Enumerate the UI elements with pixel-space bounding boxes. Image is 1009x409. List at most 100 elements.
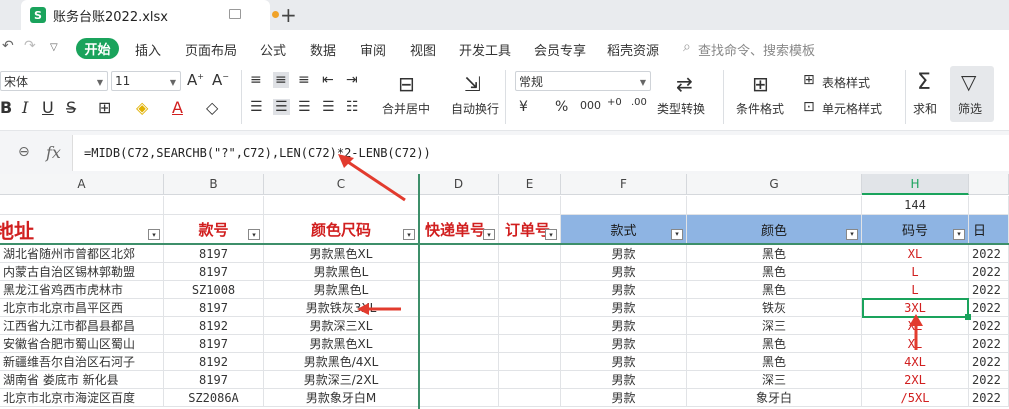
cell-order-no[interactable] [499, 263, 561, 281]
cell-style-no[interactable]: 8197 [164, 263, 264, 281]
tab-insert[interactable]: 插入 [135, 40, 161, 59]
fx-icon[interactable]: fx [46, 143, 61, 162]
cell-color-size[interactable]: 男款黑色XL [264, 335, 419, 353]
cell-date[interactable]: 2022 [969, 371, 1009, 389]
increase-decimal-icon[interactable]: +0 [607, 97, 622, 108]
column-header-i[interactable] [969, 174, 1009, 195]
cell-style-no[interactable]: 8192 [164, 353, 264, 371]
quick-access-dropdown-icon[interactable]: ▽ [50, 42, 58, 53]
tab-docer[interactable]: 稻壳资源 [607, 40, 659, 59]
conditional-format-icon[interactable]: ⊞ [752, 72, 769, 96]
cell-style-no[interactable]: 8197 [164, 335, 264, 353]
column-header-b[interactable]: B [164, 174, 264, 195]
filter-dropdown-icon[interactable]: ▾ [671, 229, 683, 240]
cell-color-size[interactable]: 男款黑色L [264, 263, 419, 281]
currency-icon[interactable]: ¥ [519, 99, 528, 115]
cell-address[interactable]: 内蒙古自治区锡林郭勒盟 [0, 263, 164, 281]
bold-icon[interactable]: B [0, 98, 12, 117]
number-format-select[interactable]: 常规 ▼ [515, 71, 651, 91]
cell-color[interactable]: 象牙白 [687, 389, 862, 407]
cell-color-size[interactable]: 男款黑色/4XL [264, 353, 419, 371]
cell-style[interactable]: 男款 [561, 263, 687, 281]
cell-address[interactable]: 新疆维吾尔自治区石河子 [0, 353, 164, 371]
cell[interactable] [499, 196, 561, 215]
column-header-g[interactable]: G [687, 174, 862, 195]
cell-style[interactable]: 男款 [561, 281, 687, 299]
undo-icon[interactable]: ↶ [2, 38, 14, 54]
cell-color[interactable]: 铁灰 [687, 299, 862, 317]
cell-color-size[interactable]: 男款深三XL [264, 317, 419, 335]
cell-size[interactable]: 2XL [862, 371, 969, 389]
cell-style-no[interactable]: SZ2086A [164, 389, 264, 407]
sum-button[interactable]: 求和 [913, 100, 937, 117]
cell-style[interactable]: 男款 [561, 245, 687, 263]
cell[interactable] [164, 196, 264, 215]
wrap-text-icon[interactable]: ⇲ [464, 72, 481, 96]
sum-icon[interactable]: Σ [917, 70, 931, 95]
filter-button[interactable]: ▽ 筛选 [950, 66, 994, 122]
cell-color[interactable]: 深三 [687, 371, 862, 389]
cell-style[interactable]: 男款 [561, 299, 687, 317]
cell-style-icon[interactable]: ⊡ [803, 99, 815, 115]
command-search[interactable]: 查找命令、搜索模板 [698, 40, 815, 59]
type-convert-button[interactable]: 类型转换 [657, 100, 705, 117]
align-center-icon[interactable]: ☰ [273, 99, 290, 115]
type-convert-icon[interactable]: ⇄ [676, 72, 693, 96]
header-address[interactable]: 地址 ▾ [0, 215, 164, 244]
align-left-icon[interactable]: ☰ [250, 99, 263, 115]
cell-address[interactable]: 江西省九江市都昌县都昌 [0, 317, 164, 335]
cell-style-no[interactable]: SZ1008 [164, 281, 264, 299]
tab-review[interactable]: 审阅 [360, 40, 386, 59]
indent-decrease-icon[interactable]: ⇤ [322, 72, 334, 88]
cell-order-no[interactable] [499, 317, 561, 335]
align-top-icon[interactable]: ≡ [250, 72, 262, 88]
cell-order-no[interactable] [499, 245, 561, 263]
cell-style[interactable]: 男款 [561, 335, 687, 353]
cell-tracking-no[interactable] [419, 335, 499, 353]
justify-icon[interactable]: ☰ [322, 99, 335, 115]
cell-date[interactable]: 2022 [969, 335, 1009, 353]
cell-order-no[interactable] [499, 299, 561, 317]
cell[interactable] [687, 196, 862, 215]
decrease-font-icon[interactable]: A− [212, 71, 229, 89]
header-style[interactable]: 款式 ▾ [561, 215, 687, 244]
cell-size[interactable]: L [862, 263, 969, 281]
cell-address[interactable]: 北京市北京市海淀区百度 [0, 389, 164, 407]
cell-style-no[interactable]: 8192 [164, 317, 264, 335]
cell-date[interactable]: 2022 [969, 281, 1009, 299]
tab-page-layout[interactable]: 页面布局 [185, 40, 237, 59]
cell-address[interactable]: 安徽省合肥市蜀山区蜀山 [0, 335, 164, 353]
cell-tracking-no[interactable] [419, 245, 499, 263]
cell-date[interactable]: 2022 [969, 245, 1009, 263]
cell-tracking-no[interactable] [419, 371, 499, 389]
filter-dropdown-icon[interactable]: ▾ [248, 229, 260, 240]
cell-color-size[interactable]: 男款黑色L [264, 281, 419, 299]
fill-color-icon[interactable]: ◈ [136, 98, 148, 117]
cell-style[interactable]: 男款 [561, 371, 687, 389]
filter-dropdown-icon[interactable]: ▾ [953, 229, 965, 240]
cell-style[interactable]: 男款 [561, 389, 687, 407]
header-tracking-no[interactable]: 快递单号 ▾ [419, 215, 499, 244]
filter-dropdown-icon[interactable]: ▾ [403, 229, 415, 240]
cell-size[interactable]: L [862, 281, 969, 299]
header-color[interactable]: 颜色 ▾ [687, 215, 862, 244]
filter-dropdown-icon[interactable]: ▾ [148, 229, 160, 240]
zoom-icon[interactable]: ⊖ [18, 144, 30, 160]
header-color-size[interactable]: 颜色尺码 ▾ [264, 215, 419, 244]
tab-member[interactable]: 会员专享 [534, 40, 586, 59]
column-header-d[interactable]: D [419, 174, 499, 195]
filter-dropdown-icon[interactable]: ▾ [846, 229, 858, 240]
monitor-icon[interactable] [229, 9, 241, 19]
tab-view[interactable]: 视图 [410, 40, 436, 59]
cell-color[interactable]: 黑色 [687, 281, 862, 299]
cell-address[interactable]: 北京市北京市昌平区西 [0, 299, 164, 317]
table-style-icon[interactable]: ⊞ [803, 72, 815, 88]
cell-style-no[interactable]: 8197 [164, 245, 264, 263]
table-style-button[interactable]: 表格样式 [822, 74, 870, 91]
increase-font-icon[interactable]: A+ [187, 71, 204, 89]
cell-style-no[interactable]: 8197 [164, 299, 264, 317]
header-style-no[interactable]: 款号 ▾ [164, 215, 264, 244]
percent-icon[interactable]: % [555, 99, 568, 115]
fill-handle[interactable] [965, 314, 971, 320]
cell-size[interactable]: /5XL [862, 389, 969, 407]
